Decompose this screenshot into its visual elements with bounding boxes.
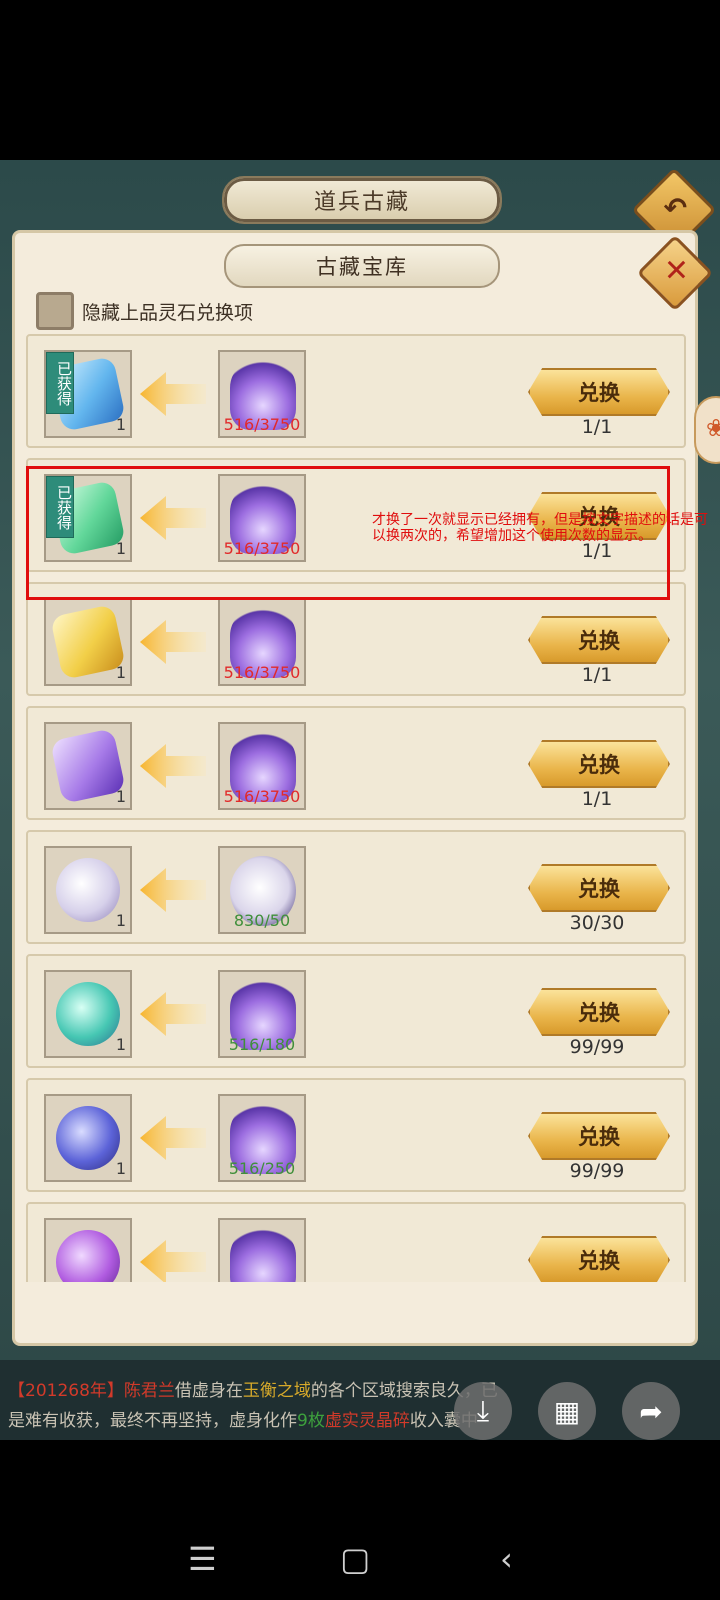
reward-slot[interactable]: 1	[44, 970, 132, 1058]
cost-slot[interactable]: 516/180	[218, 970, 306, 1058]
reward-slot[interactable]: 已获得 1	[44, 350, 132, 438]
exchange-count: 99/99	[569, 1160, 625, 1182]
reward-slot[interactable]	[44, 1218, 132, 1282]
exchange-button[interactable]: 兑换	[528, 1112, 670, 1160]
exchange-button[interactable]: 兑换	[528, 1236, 670, 1282]
download-button[interactable]: ⤓	[454, 1382, 512, 1440]
cost-slot[interactable]: 516/3750	[218, 598, 306, 686]
cost-amount: 516/180	[228, 1035, 296, 1054]
reward-quantity: 1	[115, 415, 126, 434]
inner-title-banner: 古藏宝库	[224, 244, 500, 288]
reward-quantity: 1	[115, 911, 126, 930]
exchange-row: 1 516/180 兑换 99/99	[26, 954, 686, 1068]
ticker-player: 陈君兰	[123, 1381, 175, 1401]
cost-amount: 830/50	[233, 911, 291, 930]
exchange-count: 30/30	[569, 912, 625, 934]
cost-amount: 516/3750	[223, 415, 301, 434]
exchange-arrow-icon	[140, 1240, 206, 1282]
reward-quantity: 1	[115, 1159, 126, 1178]
annotation-text: 才换了一次就显示已经拥有，但是按文字描述的话是可以换两次的，希望增加这个使用次数…	[372, 512, 708, 544]
exchange-count: 1/1	[581, 416, 613, 438]
ticker-location: 玉衡之域	[242, 1381, 311, 1401]
purple-gem-icon	[50, 728, 126, 804]
reward-quantity: 1	[115, 787, 126, 806]
share-button[interactable]: ➦	[622, 1382, 680, 1440]
reward-slot[interactable]: 1	[44, 722, 132, 810]
system-message-text: 【201268年】陈君兰借虚身在玉衡之域的各个区域搜索良久，已是难有收获，最终不…	[8, 1376, 508, 1436]
exchange-arrow-icon	[140, 868, 206, 912]
exchange-arrow-icon	[140, 744, 206, 788]
cost-slot[interactable]: 516/3750	[218, 350, 306, 438]
paw-icon: ❀	[706, 414, 720, 442]
cost-amount: 516/3750	[223, 663, 301, 682]
exchange-button[interactable]: 兑换	[528, 368, 670, 416]
teal-taiji-orb-icon	[56, 982, 120, 1046]
spirit-flame-icon	[230, 1228, 296, 1282]
exchange-arrow-icon	[140, 620, 206, 664]
cost-slot[interactable]: 830/50	[218, 846, 306, 934]
exchange-button[interactable]: 兑换	[528, 740, 670, 788]
cost-slot[interactable]: 516/250	[218, 1094, 306, 1182]
inner-title: 古藏宝库	[316, 255, 408, 279]
ticker-year: 【201268年】	[8, 1381, 124, 1401]
indigo-taiji-orb-icon	[56, 1106, 120, 1170]
cost-amount: 516/250	[228, 1159, 296, 1178]
cost-slot[interactable]: 516/3750	[218, 722, 306, 810]
exchange-button[interactable]: 兑换	[528, 616, 670, 664]
exchange-count: 99/99	[569, 1036, 625, 1058]
exchange-arrow-icon	[140, 372, 206, 416]
exchange-row: 1 830/50 兑换 30/30	[26, 830, 686, 944]
exchange-row: 已获得 1 516/3750 兑换 1/1	[26, 334, 686, 448]
purple-orb-icon	[56, 1230, 120, 1282]
exchange-row: 1 516/250 兑换 99/99	[26, 1078, 686, 1192]
home-icon[interactable]: ▢	[340, 1540, 370, 1578]
cost-slot[interactable]	[218, 1218, 306, 1282]
exchange-button[interactable]: 兑换	[528, 988, 670, 1036]
exchange-row: 兑换	[26, 1202, 686, 1282]
outer-title-banner: 道兵古藏	[222, 176, 502, 224]
outer-title: 道兵古藏	[313, 190, 410, 215]
ticker-amount: 9枚	[297, 1411, 325, 1431]
reward-slot[interactable]: 1	[44, 1094, 132, 1182]
yellow-gem-icon	[50, 604, 126, 680]
reward-quantity: 1	[115, 1035, 126, 1054]
hide-option-row: 隐藏上品灵石兑换项	[36, 292, 253, 330]
exchange-count: 1/1	[581, 788, 613, 810]
exchange-button[interactable]: 兑换	[528, 864, 670, 912]
download-icon: ⤓	[476, 1394, 490, 1427]
grid-button[interactable]: ▦	[538, 1382, 596, 1440]
exchange-count: 1/1	[581, 664, 613, 686]
cost-amount: 516/3750	[223, 787, 301, 806]
close-icon: ✕	[663, 253, 689, 289]
share-icon: ➦	[639, 1394, 663, 1428]
white-taiji-orb-icon	[56, 858, 120, 922]
reward-slot[interactable]: 1	[44, 598, 132, 686]
ticker-text-1: 借虚身在	[174, 1381, 243, 1401]
exchange-arrow-icon	[140, 992, 206, 1036]
ticker-item: 虚实灵晶碎	[324, 1411, 410, 1431]
nav-back-icon[interactable]: ‹	[500, 1540, 513, 1578]
hide-option-label: 隐藏上品灵石兑换项	[82, 301, 254, 324]
back-icon: ↶	[663, 191, 688, 225]
menu-icon[interactable]: ☰	[188, 1540, 217, 1578]
owned-tag: 已获得	[46, 352, 74, 414]
hide-option-checkbox[interactable]	[36, 292, 74, 330]
exchange-row: 1 516/3750 兑换 1/1	[26, 706, 686, 820]
exchange-arrow-icon	[140, 1116, 206, 1160]
reward-quantity: 1	[115, 663, 126, 682]
grid-icon: ▦	[553, 1394, 581, 1428]
reward-slot[interactable]: 1	[44, 846, 132, 934]
side-paw-tab[interactable]: ❀	[694, 396, 720, 464]
